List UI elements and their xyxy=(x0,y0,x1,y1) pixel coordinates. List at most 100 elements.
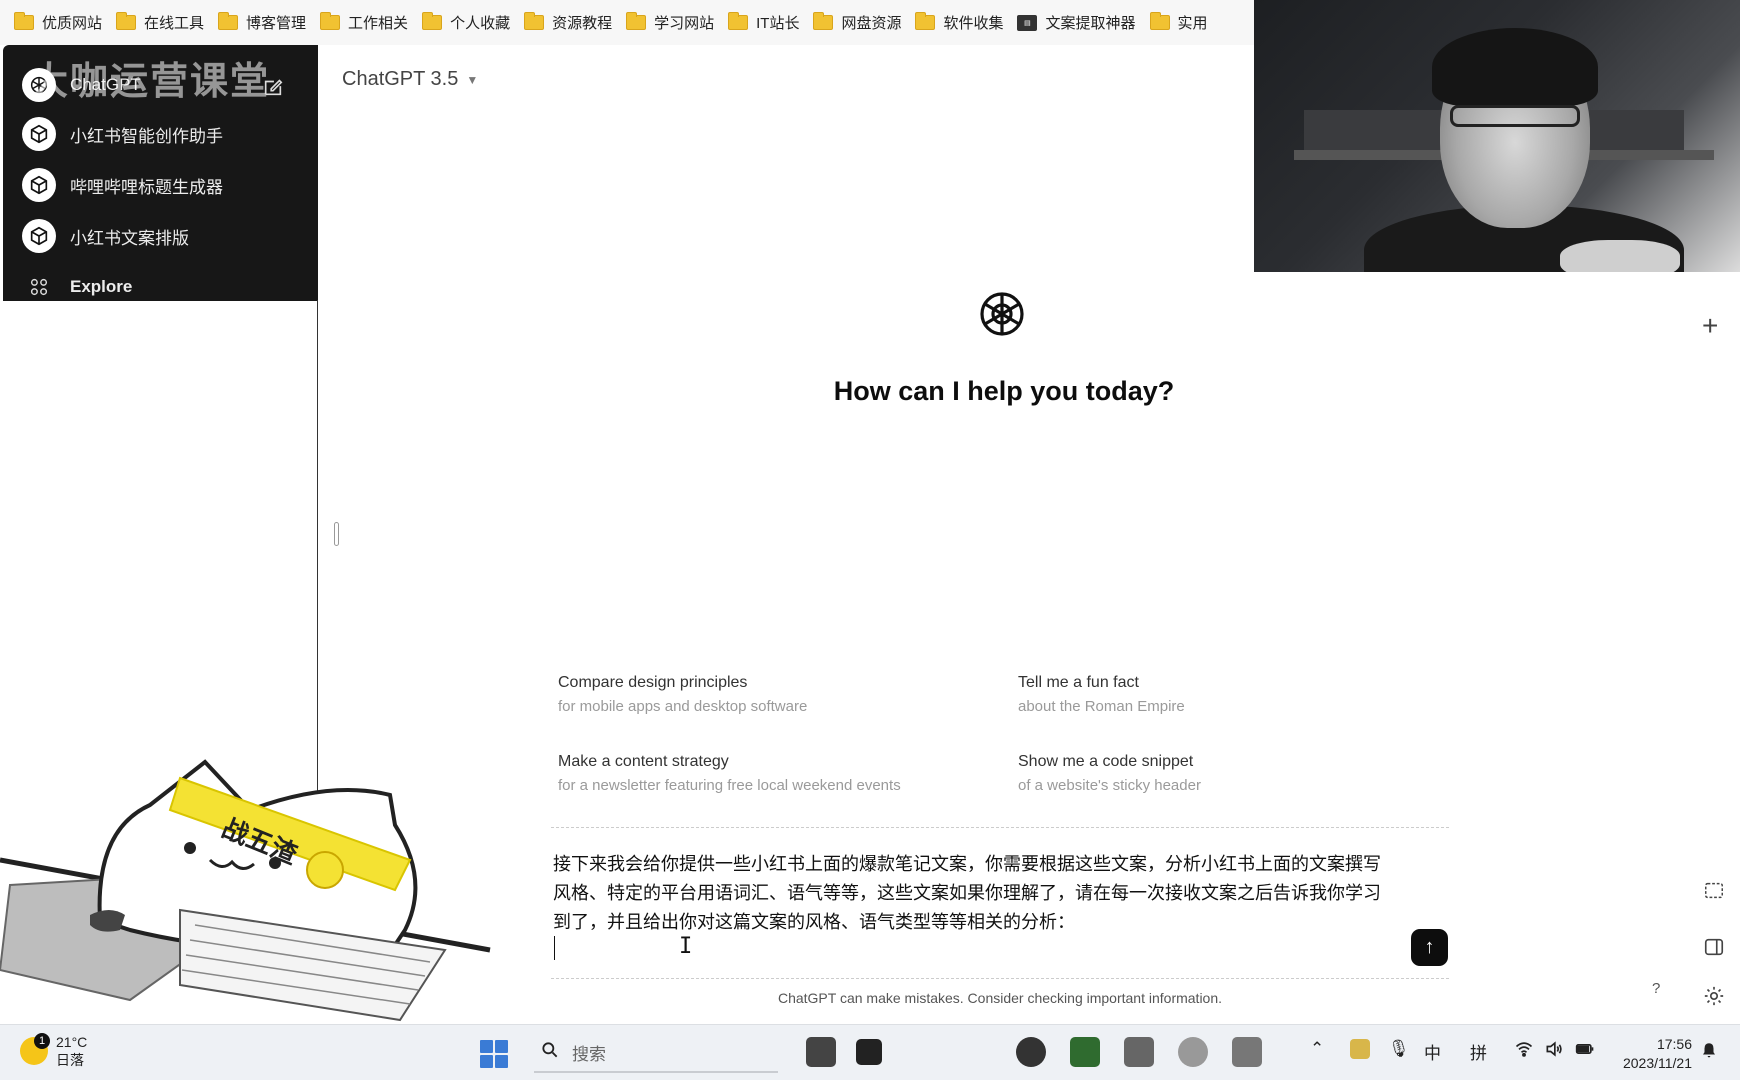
folder-icon xyxy=(915,12,936,30)
suggestion-title: Compare design principles xyxy=(558,674,748,691)
help-button[interactable]: ? xyxy=(1652,980,1660,997)
volume-icon[interactable] xyxy=(1544,1039,1564,1064)
bookmark-item[interactable]: 工作相关 xyxy=(320,0,422,45)
suggestion-card[interactable]: Make a content strategy for a newsletter… xyxy=(558,753,978,794)
suggestion-title: Make a content strategy xyxy=(558,753,729,770)
battery-icon[interactable] xyxy=(1574,1039,1596,1064)
sidebar-item-explore[interactable]: Explore xyxy=(22,270,132,304)
folder-icon xyxy=(116,12,137,30)
bookmark-label: 软件收集 xyxy=(943,15,1004,32)
microphone-icon[interactable]: 🎙 xyxy=(1388,1039,1410,1059)
suggestion-title: Tell me a fun fact xyxy=(1018,674,1139,691)
new-chat-icon[interactable] xyxy=(262,76,286,100)
bookmark-item[interactable]: IT站长 xyxy=(728,0,813,45)
cube-icon xyxy=(22,168,56,202)
bell-icon[interactable] xyxy=(1700,1041,1718,1064)
taskbar-app-phone-icon[interactable] xyxy=(1232,1037,1262,1067)
model-name: ChatGPT 3.5 xyxy=(342,68,459,90)
sidebar-toggle-icon[interactable] xyxy=(1703,936,1725,964)
bookmark-label: 个人收藏 xyxy=(450,15,511,32)
taskbar-app-store-icon[interactable] xyxy=(1070,1037,1100,1067)
app-icon: ▤ xyxy=(1017,14,1038,31)
screenshot-icon[interactable] xyxy=(1703,880,1725,908)
bookmark-item[interactable]: 网盘资源 xyxy=(813,0,915,45)
bookmark-label: 学习网站 xyxy=(654,15,715,32)
suggestion-card[interactable]: Compare design principles for mobile app… xyxy=(558,674,978,715)
taskbar-app-notepad-icon[interactable] xyxy=(1124,1037,1154,1067)
model-selector[interactable]: ChatGPT 3.5 ▼ xyxy=(342,68,478,91)
sidebar-item-chatgpt[interactable]: ChatGPT xyxy=(22,68,141,102)
taskbar-search[interactable]: 搜索 xyxy=(534,1033,778,1073)
ibeam-cursor-icon: I xyxy=(679,934,693,959)
webcam-person-hair xyxy=(1432,28,1598,106)
start-button[interactable] xyxy=(480,1040,508,1068)
taskbar-app-edge-icon[interactable] xyxy=(1016,1037,1046,1067)
plus-icon[interactable]: + xyxy=(1702,310,1718,342)
ime-language[interactable]: 中 xyxy=(1424,1039,1441,1064)
ime-mode[interactable]: 拼 xyxy=(1470,1039,1487,1064)
message-input[interactable]: 接下来我会给你提供一些小红书上面的爆款笔记文案，你需要根据这些文案，分析小红书上… xyxy=(553,850,1383,937)
arrow-up-icon: ↑ xyxy=(1424,936,1435,958)
sidebar-item-label: ChatGPT xyxy=(70,75,141,94)
weather-widget[interactable]: 1 21°C 日落 xyxy=(20,1033,87,1069)
suggestion-subtitle: about the Roman Empire xyxy=(1018,698,1185,715)
clock-date: 2023/11/21 xyxy=(1622,1055,1692,1071)
bookmark-item[interactable]: 在线工具 xyxy=(116,0,218,45)
sun-icon: 1 xyxy=(20,1033,50,1065)
bookmark-item[interactable]: 学习网站 xyxy=(626,0,728,45)
taskbar-app-premiere-icon[interactable] xyxy=(806,1037,836,1067)
weather-desc: 日落 xyxy=(56,1052,84,1068)
bookmark-label: 文案提取神器 xyxy=(1045,15,1136,32)
tray-cat-icon[interactable] xyxy=(1350,1039,1370,1059)
taskbar-app-explorer-icon[interactable] xyxy=(856,1039,882,1065)
folder-icon xyxy=(728,12,749,30)
folder-icon xyxy=(218,12,239,30)
send-button[interactable]: ↑ xyxy=(1411,929,1448,966)
bookmark-item[interactable]: 资源教程 xyxy=(524,0,626,45)
wifi-icon[interactable] xyxy=(1514,1039,1534,1064)
suggestion-subtitle: for mobile apps and desktop software xyxy=(558,698,808,715)
clock-time: 17:56 xyxy=(1656,1036,1692,1052)
suggestion-card[interactable]: Tell me a fun fact about the Roman Empir… xyxy=(1018,674,1438,715)
bookmark-label: 工作相关 xyxy=(348,15,409,32)
sidebar-item-bilibili-titles[interactable]: 哔哩哔哩标题生成器 xyxy=(22,168,223,202)
openai-logo-icon xyxy=(972,284,1032,344)
bookmark-item[interactable]: ▤ 文案提取神器 xyxy=(1017,0,1149,45)
bookmark-item[interactable]: 实用 xyxy=(1149,0,1222,45)
bookmark-label: 资源教程 xyxy=(552,15,613,32)
disclaimer: ChatGPT can make mistakes. Consider chec… xyxy=(777,990,1223,1006)
folder-icon xyxy=(813,12,834,30)
taskbar: 1 21°C 日落 搜索 ⌃ 🎙 中 拼 17:56 2023/11/21 xyxy=(0,1024,1740,1080)
mascot-illustration: 战五渣 xyxy=(0,740,500,1030)
folder-icon xyxy=(524,12,545,30)
folder-icon xyxy=(14,12,34,30)
sidebar-item-xhs-layout[interactable]: 小红书文案排版 xyxy=(22,219,189,253)
chevron-down-icon: ▼ xyxy=(466,72,479,87)
bookmark-item[interactable]: 优质网站 xyxy=(14,0,116,45)
webcam-person-hand xyxy=(1560,240,1680,272)
webcam-overlay xyxy=(1254,0,1740,272)
system-clock[interactable]: 17:56 2023/11/21 xyxy=(1612,1035,1692,1073)
notification-badge: 1 xyxy=(34,1033,50,1049)
chevron-up-icon[interactable]: ⌃ xyxy=(1310,1039,1324,1059)
bookmark-label: 在线工具 xyxy=(144,15,205,32)
page-title: How can I help you today? xyxy=(833,376,1175,406)
bookmark-label: 优质网站 xyxy=(42,15,103,32)
bookmark-item[interactable]: 个人收藏 xyxy=(422,0,524,45)
sidebar-resize-handle[interactable] xyxy=(334,522,339,546)
search-placeholder: 搜索 xyxy=(572,1044,606,1064)
sidebar-item-xhs-assistant[interactable]: 小红书智能创作助手 xyxy=(22,117,223,151)
suggestion-card[interactable]: Show me a code snippet of a website's st… xyxy=(1018,753,1438,794)
sidebar-item-label: 哔哩哔哩标题生成器 xyxy=(70,177,223,197)
cube-icon xyxy=(22,219,56,253)
bookmark-item[interactable]: 软件收集 xyxy=(915,0,1017,45)
folder-icon xyxy=(1149,12,1170,30)
weather-temp: 21°C xyxy=(56,1034,88,1050)
gear-icon[interactable] xyxy=(1703,985,1725,1013)
folder-icon xyxy=(626,12,647,30)
message-composer[interactable]: 接下来我会给你提供一些小红书上面的爆款笔记文案，你需要根据这些文案，分析小红书上… xyxy=(551,827,1449,979)
taskbar-app-hub-icon[interactable] xyxy=(1178,1037,1208,1067)
suggestion-title: Show me a code snippet xyxy=(1018,753,1194,770)
bookmark-item[interactable]: 博客管理 xyxy=(218,0,320,45)
bookmark-label: 实用 xyxy=(1177,15,1208,32)
